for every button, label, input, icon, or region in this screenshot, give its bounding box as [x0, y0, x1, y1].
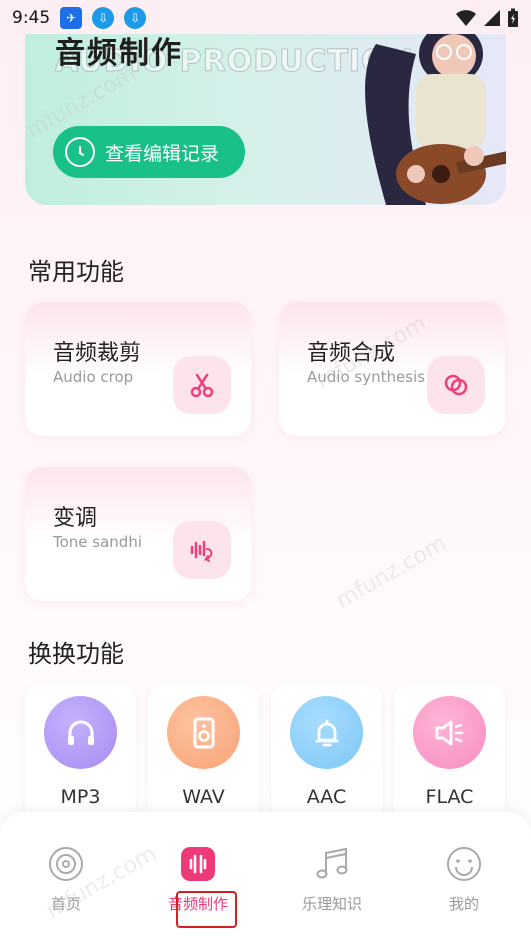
nav-music-theory[interactable]: 乐理知识 [266, 812, 398, 944]
nav-home[interactable]: 首页 [0, 812, 132, 944]
audio-crop-name: 音频裁剪 [53, 341, 142, 366]
download-notification-icon: ⇩ [92, 7, 115, 29]
aac-card[interactable]: AAC [271, 684, 382, 824]
flac-card[interactable]: FLAC [394, 684, 505, 824]
speaker-icon [167, 696, 240, 769]
volume-icon [413, 696, 486, 769]
mp3-label: MP3 [60, 786, 101, 808]
wifi-icon [456, 10, 476, 26]
smiley-icon [446, 846, 482, 882]
audio-synthesis-en: Audio synthesis [307, 368, 426, 386]
merge-circles-icon [427, 356, 485, 414]
audio-synthesis-name: 音频合成 [307, 341, 396, 366]
tone-sandhi-name: 变调 [53, 506, 98, 531]
nav-mine-label: 我的 [448, 895, 479, 913]
download-notification-icon-2: ⇩ [124, 7, 147, 29]
tone-sandhi-card[interactable]: 变调 Tone sandhi [25, 467, 251, 601]
status-indicators [455, 8, 519, 28]
aac-label: AAC [306, 786, 347, 808]
app-notification-icon: ✈ [60, 7, 83, 29]
banner-title: 音频制作 [55, 36, 183, 71]
nav-music-theory-label: 乐理知识 [301, 895, 362, 913]
bell-icon [290, 696, 363, 769]
clock-icon [65, 137, 95, 167]
banner: AUDIO PRODUCTION 音频制作 查看编辑记录 [25, 34, 506, 205]
headphones-icon [44, 696, 117, 769]
tone-sandhi-en: Tone sandhi [53, 533, 143, 551]
watermark: mfunz.com [331, 531, 451, 614]
view-edit-history-button[interactable]: 查看编辑记录 [53, 126, 245, 178]
wav-card[interactable]: WAV [148, 684, 259, 824]
music-note-icon [314, 846, 350, 882]
scissors-icon [173, 356, 231, 414]
nav-home-label: 首页 [50, 895, 81, 913]
audio-crop-card[interactable]: 音频裁剪 Audio crop [25, 302, 251, 436]
girl-guitar-illustration [365, 34, 506, 205]
signal-icon [484, 10, 500, 26]
audio-crop-en: Audio crop [53, 368, 134, 386]
audio-synthesis-card[interactable]: 音频合成 Audio synthesis [279, 302, 505, 436]
audio-bars-icon [180, 846, 216, 882]
history-button-label: 查看编辑记录 [105, 142, 220, 165]
status-bar: 9:45 ✈ ⇩ ⇩ [0, 0, 531, 36]
mp3-card[interactable]: MP3 [25, 684, 136, 824]
voice-wave-icon [173, 521, 231, 579]
nav-mine[interactable]: 我的 [398, 812, 530, 944]
common-functions-title: 常用功能 [28, 258, 124, 286]
status-time: 9:45 [12, 8, 51, 28]
flac-label: FLAC [425, 786, 474, 808]
convert-functions-title: 换换功能 [28, 640, 124, 668]
wav-label: WAV [182, 786, 225, 808]
highlight-box [176, 891, 237, 928]
disc-icon [48, 846, 84, 882]
battery-icon [508, 8, 518, 27]
bottom-nav: 首页 音频制作 乐理知识 我的 [0, 812, 531, 944]
